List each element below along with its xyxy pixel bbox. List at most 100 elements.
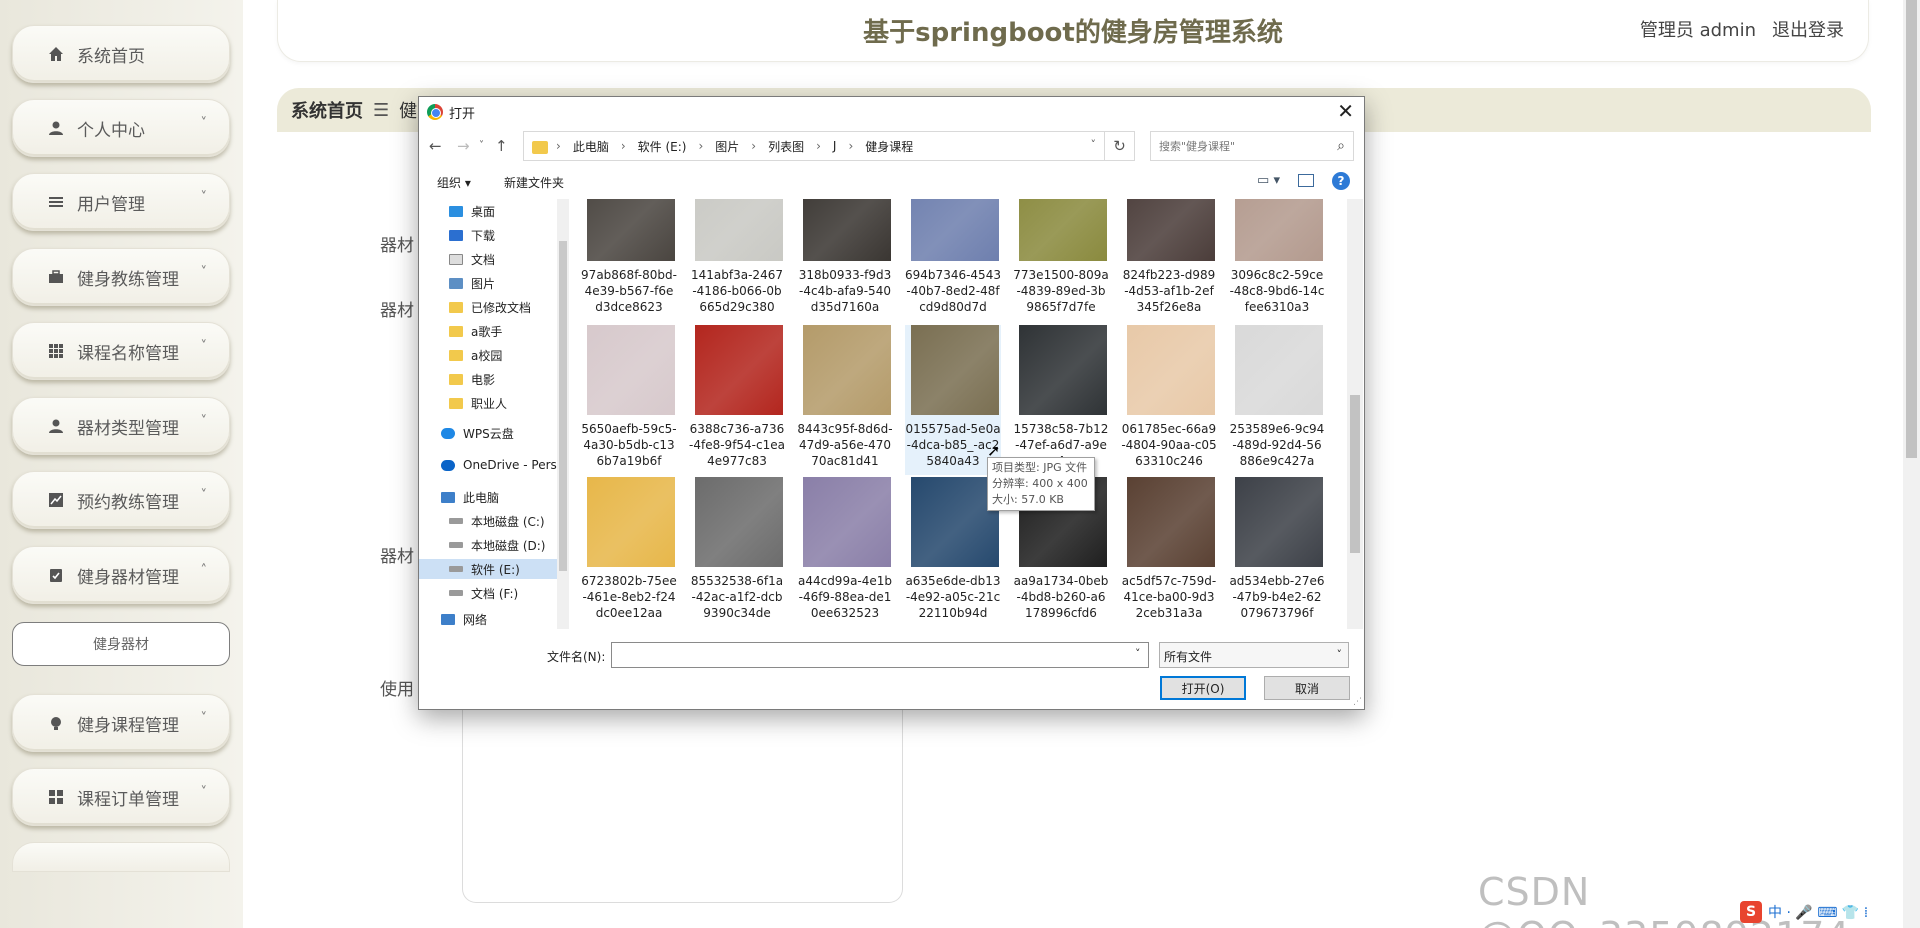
file-grid-scrollbar[interactable] [1347,199,1363,629]
path-segment[interactable]: 软件 (E:) [638,138,687,155]
organize-button[interactable]: 组织 ▾ [437,174,471,191]
sidebar-item-course[interactable]: 健身课程管理 ˅ [12,694,230,752]
nav-item-folder[interactable]: 职业人 [449,393,507,413]
nav-item-folder[interactable]: 已修改文档✦ [449,297,531,317]
file-name: 97ab868f-80bd-4e39-b567-f6ed3dce8623 [581,268,677,314]
file-thumbnail [587,477,675,567]
breadcrumb-home[interactable]: 系统首页 [291,97,363,123]
nav-item-drive-f[interactable]: 文档 (F:) [449,583,518,603]
recent-dropdown-icon[interactable]: ˅ [479,140,484,151]
back-icon[interactable]: ← [429,137,442,155]
description-textarea[interactable] [462,698,903,903]
file-tile[interactable]: 15738c58-7b12-47ef-a6d7-a9e4 [1013,325,1109,475]
path-segment[interactable]: 列表图 [768,138,804,155]
picture-icon [449,277,463,289]
nav-item-drive-e[interactable]: 软件 (E:) [419,559,557,579]
logout-link[interactable]: 退出登录 [1772,16,1844,42]
nav-item-documents[interactable]: 文档✦ [449,249,495,269]
nav-item-network[interactable]: 网络 [441,609,487,629]
nav-item-pictures[interactable]: 图片✦ [449,273,495,293]
up-icon[interactable]: ↑ [495,137,508,155]
cancel-button[interactable]: 取消 [1264,676,1350,700]
nav-item-folder[interactable]: a校园 [449,345,502,365]
file-tile[interactable]: a44cd99a-4e1b-46f9-88ea-de10ee632523 [797,477,893,627]
file-thumbnail [1019,325,1107,415]
sidebar-subitem-equipment[interactable]: 健身器材 [12,622,230,666]
sidebar-item-home[interactable]: 系统首页 [12,25,230,83]
page-scrollbar[interactable] [1903,0,1920,928]
file-name: 253589e6-9c94-489d-92d4-56886e9c427a [1229,422,1325,468]
sidebar-item-partial[interactable] [12,842,230,872]
nav-item-drive-d[interactable]: 本地磁盘 (D:) [449,535,545,555]
chevron-down-icon: ˅ [200,414,208,429]
sidebar-item-personal[interactable]: 个人中心 ˅ [12,99,230,157]
file-name: 6388c736-a736-4fe8-9f54-c1ea4e977c83 [689,422,785,468]
chevron-down-icon[interactable]: ˅ [1091,138,1097,151]
top-header: 基于springboot的健身房管理系统 管理员 admin 退出登录 [277,0,1869,62]
file-name: 824fb223-d989-4d53-af1b-2ef345f26e8a [1122,268,1216,314]
address-row: ← → ˅ ↑ › 此电脑 › 软件 (E:) › 图片 › 列表图 › J › 健身课程… [419,129,1364,165]
sidebar-item-orders[interactable]: 课程订单管理 ˅ [12,768,230,826]
filename-input[interactable] [611,642,1149,668]
sidebar-item-course-name[interactable]: 课程名称管理 ˅ [12,322,230,380]
file-tile[interactable]: ad534ebb-27e6-47b9-b4e2-62079673796f [1229,477,1325,627]
help-icon[interactable]: ? [1332,172,1350,190]
nav-scrollbar-thumb[interactable] [559,241,567,571]
breadcrumb-separator-icon: ☰ [373,99,390,121]
file-grid-scrollbar-thumb[interactable] [1350,395,1360,553]
close-icon[interactable]: ✕ [1337,99,1354,123]
sidebar-item-equipment[interactable]: 健身器材管理 ˄ [12,546,230,604]
file-tile[interactable]: 5650aefb-59c5-4a30-b5db-c136b7a19b6f [581,325,677,475]
file-name: a635e6de-db13-4e92-a05c-21c22110b94d [905,574,1001,620]
chrome-icon [427,104,443,120]
ime-icon[interactable]: S [1740,901,1762,923]
file-thumbnail [911,199,999,261]
nav-item-folder[interactable]: 电影 [449,369,495,389]
sidebar-item-label: 健身教练管理 [77,269,179,290]
briefcase-icon [47,268,65,286]
filetype-select[interactable]: 所有文件 ˅ [1159,642,1349,668]
file-tile[interactable]: ac5df57c-759d-41ce-ba00-9d32ceb31a3a [1121,477,1217,627]
chevron-down-icon[interactable]: ˅ [1135,647,1141,660]
sidebar-item-equipment-type[interactable]: 器材类型管理 ˅ [12,397,230,455]
new-folder-button[interactable]: 新建文件夹 [504,174,564,191]
file-tile[interactable]: 8443c95f-8d6d-47d9-a56e-47070ac81d41 [797,325,893,475]
refresh-icon[interactable]: ↻ [1105,131,1135,161]
bulb-icon [47,714,65,732]
sidebar-item-booking[interactable]: 预约教练管理 ˅ [12,471,230,529]
page-scrollbar-thumb[interactable] [1906,0,1917,458]
file-tile[interactable]: 6723802b-75ee-461e-8eb2-f24dc0ee12aa [581,477,677,627]
file-tile[interactable]: 85532538-6f1a-42ac-a1f2-dcb9390c34de [689,477,785,627]
nav-item-onedrive[interactable]: OneDrive - Pers [441,455,557,475]
nav-item-desktop[interactable]: 桌面✦ [449,201,495,221]
forward-icon[interactable]: → [457,137,470,155]
nav-item-this-pc[interactable]: 此电脑 [441,487,499,507]
file-thumbnail [695,325,783,415]
path-segment[interactable]: J [833,139,837,153]
file-name: 8443c95f-8d6d-47d9-a56e-47070ac81d41 [797,422,893,468]
path-segment[interactable]: 图片 [715,138,739,155]
nav-item-folder[interactable]: a歌手 [449,321,502,341]
nav-item-drive-c[interactable]: 本地磁盘 (C:) [449,511,545,531]
sidebar-item-coach[interactable]: 健身教练管理 ˅ [12,248,230,306]
file-thumbnail [1235,325,1323,415]
chevron-down-icon: ˅ [200,488,208,503]
file-tile[interactable]: 253589e6-9c94-489d-92d4-56886e9c427a [1229,325,1325,475]
pc-icon [441,491,455,503]
nav-scrollbar[interactable] [557,199,569,629]
path-segment[interactable]: 此电脑 [573,138,609,155]
file-tile[interactable]: 6388c736-a736-4fe8-9f54-c1ea4e977c83 [689,325,785,475]
resize-grip-icon[interactable]: ⋰ [1353,697,1362,707]
view-options-icon[interactable]: ▭ ▾ [1257,173,1280,188]
sidebar-item-users[interactable]: 用户管理 ˅ [12,173,230,231]
open-button[interactable]: 打开(O) [1160,676,1246,700]
nav-item-wps-cloud[interactable]: WPS云盘 [441,423,514,443]
address-bar[interactable]: › 此电脑 › 软件 (E:) › 图片 › 列表图 › J › 健身课程 ˅ [523,131,1105,161]
file-grid: 97ab868f-80bd-4e39-b567-f6ed3dce8623 141a… [581,199,1341,629]
path-segment[interactable]: 健身课程 [865,138,913,155]
preview-pane-icon[interactable] [1298,174,1314,187]
nav-item-downloads[interactable]: 下载✦ [449,225,495,245]
tray-icons[interactable]: 中 · 🎤 ⌨ 👕 ⁞ [1768,902,1868,922]
search-input[interactable]: 搜索"健身课程" ⌕ [1150,131,1354,161]
file-tile[interactable]: 061785ec-66a9-4804-90aa-c0563310c246 [1121,325,1217,475]
